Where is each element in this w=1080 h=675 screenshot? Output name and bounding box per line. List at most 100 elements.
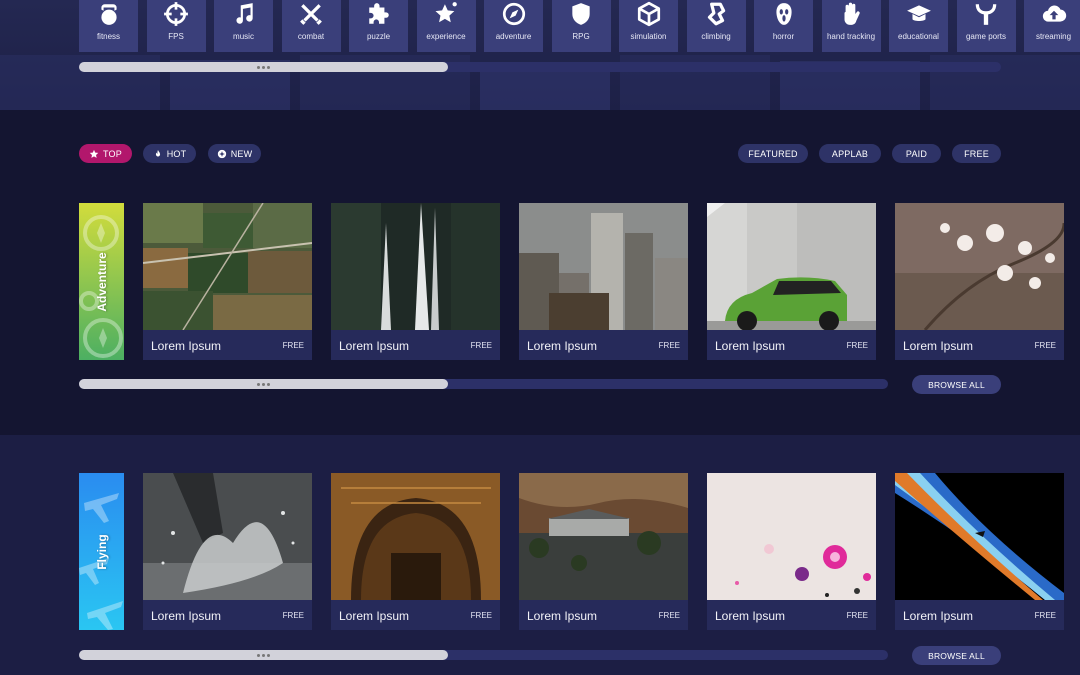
adventure-scrollbar[interactable] <box>79 379 888 389</box>
genre-tile[interactable]: RPG <box>551 0 611 52</box>
game-thumbnail <box>895 203 1064 330</box>
game-thumbnail <box>707 473 876 600</box>
game-thumbnail <box>331 473 500 600</box>
game-title: Lorem Ipsum <box>903 609 974 623</box>
ghost-mask-icon <box>775 3 792 25</box>
genre-tile[interactable]: climbing <box>686 0 746 52</box>
game-card[interactable]: Lorem Ipsum FREE <box>895 473 1064 630</box>
category-banner-flying[interactable]: Flying <box>79 473 124 630</box>
compass-icon <box>502 2 525 26</box>
game-card[interactable]: Lorem Ipsum FREE <box>707 203 876 360</box>
browse-all-button-flying[interactable]: BROWSE ALL <box>912 646 1001 665</box>
genre-tile[interactable]: game ports <box>956 0 1016 52</box>
genre-tiles: fitness FPS music combat puzzle experience adv… <box>79 0 1080 52</box>
crosshair-icon <box>164 2 188 26</box>
game-thumbnail <box>143 203 312 330</box>
category-label-flying: Flying <box>94 533 109 570</box>
genre-tile[interactable]: FPS <box>146 0 206 52</box>
adventure-scrollbar-thumb[interactable] <box>79 379 448 389</box>
category-banner-adventure[interactable]: Adventure <box>79 203 124 360</box>
climbing-hold-icon <box>707 2 726 26</box>
game-thumbnail <box>519 473 688 600</box>
game-thumbnail <box>143 473 312 600</box>
genre-label: puzzle <box>366 32 391 41</box>
genre-tile[interactable]: horror <box>754 0 813 52</box>
music-note-icon <box>235 3 253 24</box>
game-title: Lorem Ipsum <box>339 339 410 353</box>
game-card[interactable]: Lorem Ipsum FREE <box>331 473 500 630</box>
game-price: FREE <box>1034 611 1056 620</box>
tab-top-label: TOP <box>103 148 122 159</box>
genre-scrollbar[interactable] <box>79 62 1001 72</box>
tab-hot-label: HOT <box>166 148 187 159</box>
genre-label: educational <box>898 32 939 41</box>
flying-scrollbar-thumb[interactable] <box>79 650 448 660</box>
game-price: FREE <box>1034 341 1056 350</box>
browse-all-label: BROWSE ALL <box>928 650 985 661</box>
genre-tile[interactable]: experience <box>416 0 476 52</box>
game-card[interactable]: Lorem Ipsum FREE <box>143 473 312 630</box>
genre-tile[interactable]: simulation <box>619 0 678 52</box>
filter-paid-label: PAID <box>905 148 928 159</box>
sparkle-icon <box>217 149 226 158</box>
flame-icon <box>155 149 160 156</box>
filter-paid[interactable]: PAID <box>892 144 941 163</box>
genre-band: fitness FPS music combat puzzle experience adv… <box>0 0 1080 110</box>
genre-label: fitness <box>96 32 121 41</box>
genre-tile[interactable]: streaming <box>1024 0 1080 52</box>
filter-free-label: FREE <box>964 148 989 159</box>
filter-featured[interactable]: FEATURED <box>738 144 808 163</box>
game-title: Lorem Ipsum <box>527 609 598 623</box>
game-card[interactable]: Lorem Ipsum FREE <box>519 473 688 630</box>
genre-label: experience <box>426 32 466 41</box>
tab-hot[interactable]: HOT <box>143 144 196 163</box>
game-card[interactable]: Lorem Ipsum FREE <box>519 203 688 360</box>
game-card[interactable]: Lorem Ipsum FREE <box>331 203 500 360</box>
crossed-swords-icon <box>300 4 322 25</box>
game-title: Lorem Ipsum <box>527 339 598 353</box>
cube-icon <box>637 1 660 27</box>
genre-label: game ports <box>965 32 1007 41</box>
genre-tile[interactable]: educational <box>889 0 948 52</box>
game-price: FREE <box>846 611 868 620</box>
game-price: FREE <box>470 341 492 350</box>
genre-label: horror <box>772 32 795 41</box>
flying-scrollbar[interactable] <box>79 650 888 660</box>
game-price: FREE <box>470 611 492 620</box>
game-card[interactable]: Lorem Ipsum FREE <box>143 203 312 360</box>
hand-icon <box>844 2 860 25</box>
game-card[interactable]: Lorem Ipsum FREE <box>895 203 1064 360</box>
genre-tile[interactable]: puzzle <box>349 0 408 52</box>
tab-new[interactable]: NEW <box>208 144 261 163</box>
filter-featured-label: FEATURED <box>748 148 798 159</box>
browse-all-label: BROWSE ALL <box>928 379 985 390</box>
star-icon <box>435 2 457 23</box>
game-title: Lorem Ipsum <box>151 339 222 353</box>
browse-all-button-adventure[interactable]: BROWSE ALL <box>912 375 1001 394</box>
genre-tile[interactable]: music <box>214 0 273 52</box>
genre-tile[interactable]: combat <box>281 0 341 52</box>
genre-tile[interactable]: adventure <box>484 0 543 52</box>
game-title: Lorem Ipsum <box>715 339 786 353</box>
game-port-icon <box>975 4 997 25</box>
genre-label: RPG <box>572 32 590 41</box>
genre-scrollbar-thumb[interactable] <box>79 62 448 72</box>
filter-free[interactable]: FREE <box>952 144 1001 163</box>
genre-label: streaming <box>1035 32 1072 41</box>
game-price: FREE <box>658 611 680 620</box>
tab-top[interactable]: TOP <box>79 144 132 163</box>
genre-tile[interactable]: fitness <box>79 0 138 52</box>
shield-icon <box>572 3 590 25</box>
game-thumbnail <box>331 203 500 330</box>
game-thumbnail <box>895 473 1064 600</box>
graduation-cap-icon <box>906 5 931 22</box>
game-title: Lorem Ipsum <box>715 609 786 623</box>
filter-applab-label: APPLAB <box>831 148 869 159</box>
genre-tile[interactable]: hand tracking <box>821 0 881 52</box>
genre-label: simulation <box>630 32 667 41</box>
game-price: FREE <box>282 341 304 350</box>
game-title: Lorem Ipsum <box>151 609 222 623</box>
game-card[interactable]: Lorem Ipsum FREE <box>707 473 876 630</box>
filter-applab[interactable]: APPLAB <box>819 144 881 163</box>
genre-label: hand tracking <box>826 32 876 41</box>
